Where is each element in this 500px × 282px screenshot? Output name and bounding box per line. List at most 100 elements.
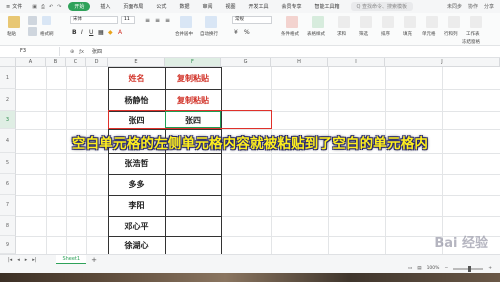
tab-view[interactable]: 视图 [222, 2, 238, 11]
row-header-8[interactable]: 8 [0, 216, 16, 236]
sum-button[interactable]: 求和 [337, 31, 346, 37]
fill-icon[interactable] [404, 16, 416, 28]
row-header-2[interactable]: 2 [0, 89, 16, 111]
merge-center-icon[interactable] [180, 16, 192, 28]
fill-button[interactable]: 填充 [403, 31, 412, 37]
cell-f1[interactable]: 复制粘贴 [165, 67, 221, 89]
bold-icon[interactable]: B [72, 29, 77, 36]
font-size-select[interactable]: 11 [121, 16, 135, 24]
cell-button[interactable]: 单元格 [422, 31, 436, 37]
align-center-icon[interactable]: ≡ [155, 17, 160, 24]
zoom-slider-knob[interactable] [468, 265, 472, 272]
row-header-7[interactable]: 7 [0, 195, 16, 216]
worksheet-icon[interactable] [470, 16, 482, 28]
wrap-text-icon[interactable] [205, 16, 217, 28]
cell-e1[interactable]: 姓名 [108, 67, 165, 89]
next-sheet-icon[interactable]: ▸ [25, 257, 28, 263]
tab-page-layout[interactable]: 页面布局 [120, 2, 146, 11]
save-icon[interactable]: ▣ [32, 4, 37, 10]
cell-e7[interactable]: 李阳 [108, 195, 165, 216]
prev-sheet-icon[interactable]: ◂ [17, 257, 20, 263]
column-header-e[interactable]: E [108, 58, 165, 67]
tab-developer[interactable]: 开发工具 [245, 2, 271, 11]
zoom-icon[interactable]: ⊕ [70, 49, 74, 55]
paste-icon[interactable] [8, 16, 20, 28]
sort-icon[interactable] [382, 16, 394, 28]
zoom-level[interactable]: 100% [427, 266, 440, 271]
print-icon[interactable]: ⎙ [41, 4, 45, 10]
add-sheet-button[interactable]: + [91, 256, 97, 264]
freeze-panes-button[interactable]: 冻结窗格 [462, 39, 480, 45]
font-name-select[interactable]: 宋体 [70, 16, 118, 24]
format-painter-button[interactable]: 格式刷 [40, 31, 54, 37]
tab-review[interactable]: 审阅 [199, 2, 215, 11]
row-header-3[interactable]: 3 [0, 111, 16, 129]
align-right-icon[interactable]: ≡ [165, 17, 170, 24]
tab-formulas[interactable]: 公式 [153, 2, 169, 11]
table-style-icon[interactable] [312, 16, 324, 28]
last-sheet-icon[interactable]: ▸| [32, 257, 36, 263]
row-header-6[interactable]: 6 [0, 174, 16, 195]
page-view-icon[interactable]: ▤ [417, 266, 421, 271]
formula-input[interactable]: 张四 [92, 48, 102, 55]
number-format-select[interactable]: 常规 [232, 16, 272, 24]
normal-view-icon[interactable]: ▭ [408, 266, 412, 271]
sheet-tab-sheet1[interactable]: Sheet1 [56, 255, 87, 264]
zoom-in-icon[interactable]: + [488, 266, 492, 271]
percent-icon[interactable]: % [244, 29, 250, 36]
redo-icon[interactable]: ↷ [57, 4, 61, 10]
fill-color-icon[interactable]: ◆ [108, 29, 113, 36]
file-menu[interactable]: ≡ 文件 [6, 3, 22, 11]
command-search-input[interactable]: Q 查找命令、搜索模板 [350, 2, 414, 11]
cell-f2[interactable]: 复制粘贴 [165, 89, 221, 111]
column-header-i[interactable]: I [328, 58, 385, 67]
format-painter-icon[interactable] [42, 16, 51, 25]
row-header-9[interactable]: 9 [0, 236, 16, 254]
function-icon[interactable]: ƒx [79, 49, 84, 55]
italic-icon[interactable]: I [81, 29, 83, 36]
first-sheet-icon[interactable]: |◂ [8, 257, 12, 263]
column-header-d[interactable]: D [86, 58, 108, 67]
column-header-h[interactable]: H [271, 58, 328, 67]
font-color-icon[interactable]: A [118, 29, 122, 36]
tab-member[interactable]: 会员专享 [279, 2, 305, 11]
zoom-slider[interactable] [453, 265, 484, 272]
cell-e8[interactable]: 邓心平 [108, 216, 165, 236]
worksheet-button[interactable]: 工作表 [466, 31, 480, 37]
tab-home[interactable]: 开始 [68, 2, 91, 11]
tab-smart-tools[interactable]: 智能工具箱 [312, 2, 343, 11]
conditional-format-button[interactable]: 条件格式 [281, 31, 299, 37]
row-header-1[interactable]: 1 [0, 67, 16, 89]
sum-icon[interactable] [338, 16, 350, 28]
tab-insert[interactable]: 插入 [97, 2, 113, 11]
cut-icon[interactable] [28, 16, 37, 25]
align-left-icon[interactable]: ≡ [145, 17, 150, 24]
cell-e2[interactable]: 杨静怡 [108, 89, 165, 111]
column-header-b[interactable]: B [46, 58, 66, 67]
merge-center-button[interactable]: 合并居中 [175, 31, 193, 37]
filter-button[interactable]: 筛选 [359, 31, 368, 37]
spreadsheet-grid[interactable]: A B C D E F G H I J 1 2 3 4 5 6 7 8 9 姓名… [0, 58, 500, 254]
row-header-5[interactable]: 5 [0, 153, 16, 174]
border-icon[interactable]: ▦ [98, 29, 104, 36]
column-header-g[interactable]: G [221, 58, 271, 67]
undo-icon[interactable]: ↶ [49, 4, 53, 10]
column-header-f[interactable]: F [165, 58, 221, 67]
name-box[interactable]: F3 [0, 47, 60, 56]
sort-button[interactable]: 排序 [381, 31, 390, 37]
column-header-a[interactable]: A [16, 58, 46, 67]
sync-status[interactable]: 未同步 [447, 3, 462, 10]
wrap-text-button[interactable]: 自动换行 [200, 31, 218, 37]
copy-icon[interactable] [28, 27, 37, 36]
conditional-format-icon[interactable] [286, 16, 298, 28]
row-col-button[interactable]: 行和列 [444, 31, 458, 37]
share-button[interactable]: 分享 [484, 3, 494, 10]
cell-e5[interactable]: 张浩哲 [108, 153, 165, 174]
collaborate-button[interactable]: 协作 [468, 3, 478, 10]
filter-icon[interactable] [360, 16, 372, 28]
paste-button[interactable]: 粘贴 [7, 31, 16, 37]
table-style-button[interactable]: 表格样式 [307, 31, 325, 37]
underline-icon[interactable]: U [89, 29, 93, 36]
row-col-icon[interactable] [448, 16, 460, 28]
cell-e9[interactable]: 徐湖心 [108, 236, 165, 254]
